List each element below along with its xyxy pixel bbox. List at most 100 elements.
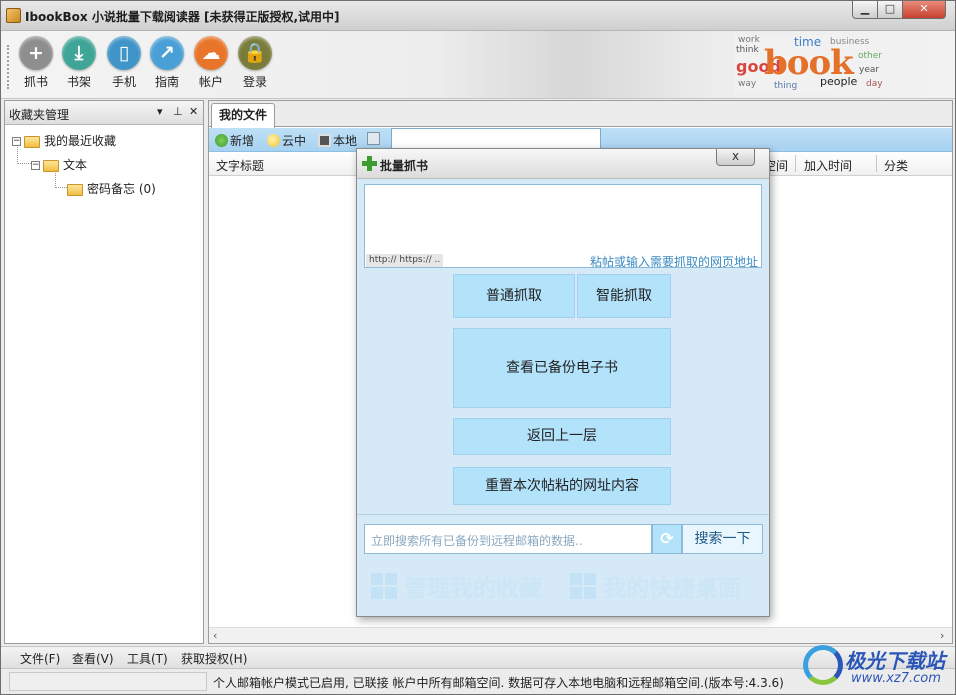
chart-icon: ↗ [150, 36, 184, 70]
scroll-left-icon[interactable]: ‹ [213, 629, 217, 642]
phone-icon: ▯ [107, 36, 141, 70]
url-input-area[interactable]: http:// https:// .. 粘帖或输入需要抓取的网页地址 [364, 184, 762, 269]
batch-grab-dialog: 批量抓书 x http:// https:// .. 粘帖或输入需要抓取的网页地… [356, 148, 770, 617]
title-bar: IbookBox 小说批量下载阅读器 [未获得正版授权,试用中] ▁ □ ✕ [1, 1, 955, 31]
back-button[interactable]: 返回上一层 [453, 418, 671, 455]
close-button[interactable]: ✕ [902, 1, 946, 19]
quick-desktop-label: 我的快捷桌面 [603, 576, 741, 602]
add-file-label: 新增 [230, 134, 255, 148]
column-added-time[interactable]: 加入时间 [804, 157, 852, 174]
normal-grab-button[interactable]: 普通抓取 [453, 274, 575, 318]
tree-connector [17, 163, 31, 164]
favorites-panel-title: 收藏夹管理 [9, 108, 70, 122]
toolbar-guide-button[interactable]: ↗ 指南 [144, 36, 190, 96]
column-title[interactable]: 文字标题 [216, 157, 264, 174]
logo-word: work [738, 35, 760, 45]
tree-item-recent-favorites[interactable]: − 我的最近收藏 [12, 132, 116, 149]
status-text: 个人邮箱帐户模式已启用, 已联接 帐户中所有邮箱空间. 数据可存入本地电脑和远程… [213, 676, 784, 690]
download-icon: ⤓ [62, 36, 96, 70]
tab-strip: 我的文件 [209, 101, 952, 128]
green-plus-icon [215, 134, 228, 147]
lock-icon: 🔒 [238, 36, 272, 70]
url-input-hint: 粘帖或输入需要抓取的网页地址 [589, 255, 758, 269]
reset-urls-button[interactable]: 重置本次帖粘的网址内容 [453, 467, 671, 505]
view-backup-ebooks-button[interactable]: 查看已备份电子书 [453, 328, 671, 408]
favorites-panel: 收藏夹管理 ▾ ⊥ ✕ − 我的最近收藏 − 文本 密码备忘 (0) [4, 100, 204, 644]
maximize-button[interactable]: □ [877, 1, 903, 19]
local-files-button[interactable]: 本地 [318, 132, 357, 149]
collapse-icon[interactable]: − [12, 137, 21, 146]
toolbar-phone-button[interactable]: ▯ 手机 [101, 36, 147, 96]
tree-item-label: 文本 [63, 158, 88, 172]
toolbar-label: 手机 [111, 75, 136, 89]
app-box-icon [6, 8, 21, 23]
logo-word: year [859, 65, 880, 75]
watermark-url: www.xz7.com [851, 671, 941, 686]
folder-open-icon [43, 159, 59, 172]
menu-file[interactable]: 文件(F) [20, 650, 60, 667]
word-cloud-logo: think time people business other year wa… [734, 35, 886, 93]
menu-tools[interactable]: 工具(T) [127, 650, 168, 667]
logo-word: way [738, 79, 757, 89]
panel-dropdown-icon[interactable]: ▾ [157, 105, 163, 118]
toolbar-label: 指南 [154, 75, 179, 89]
toolbar-grab-button[interactable]: + 抓书 [13, 36, 59, 96]
backup-search-input[interactable]: 立即搜索所有已备份到远程邮箱的数据.. [364, 524, 652, 554]
watermark-logo: 极光下载站 www.xz7.com [801, 641, 951, 693]
dialog-title: 批量抓书 [380, 159, 429, 173]
menu-view[interactable]: 查看(V) [72, 650, 114, 667]
plus-icon [362, 156, 377, 171]
collapse-icon[interactable]: − [31, 161, 40, 170]
dialog-divider [357, 514, 769, 515]
cloud-icon: ☁ [194, 36, 228, 70]
files-search-input[interactable] [391, 128, 601, 149]
refresh-icon[interactable]: ⟳ [652, 524, 682, 554]
tab-my-files[interactable]: 我的文件 [211, 103, 276, 128]
toolbar-label: 帐户 [198, 75, 223, 89]
logo-word: other [858, 51, 882, 61]
url-protocol-tag: http:// https:// .. [366, 254, 444, 267]
logo-word: day [866, 79, 883, 89]
folder-icon [67, 183, 83, 196]
quick-desktop-tile[interactable]: 我的快捷桌面 [570, 567, 760, 603]
add-file-button[interactable]: 新增 [215, 132, 254, 149]
plus-icon: + [19, 36, 53, 70]
grid-icon [570, 573, 596, 599]
dialog-close-button[interactable]: x [716, 149, 755, 166]
search-button[interactable]: 搜索一下 [682, 524, 763, 554]
cloud-files-button[interactable]: 云中 [267, 132, 306, 149]
smart-grab-button[interactable]: 智能抓取 [577, 274, 671, 318]
dialog-title-bar[interactable]: 批量抓书 x [357, 149, 769, 179]
logo-word: think [736, 45, 759, 55]
toolbar-label: 登录 [242, 75, 267, 89]
column-divider[interactable] [876, 155, 877, 172]
backup-search-placeholder: 立即搜索所有已备份到远程邮箱的数据.. [371, 534, 583, 548]
cloud-files-label: 云中 [282, 134, 307, 148]
tree-item-password-memo[interactable]: 密码备忘 (0) [67, 180, 156, 197]
manage-favorites-tile[interactable]: 管理我的收藏 [371, 567, 556, 603]
folder-open-icon [24, 135, 40, 148]
toolbar-login-button[interactable]: 🔒 登录 [232, 36, 278, 96]
cloud-sun-icon [267, 134, 280, 147]
toolbar-grip[interactable] [7, 45, 10, 89]
toolbar-label: 抓书 [23, 75, 48, 89]
main-toolbar: + 抓书 ⤓ 书架 ▯ 手机 ↗ 指南 ☁ 帐户 🔒 登录 think time… [1, 31, 955, 99]
search-files-icon[interactable] [367, 132, 382, 146]
window-title: IbookBox 小说批量下载阅读器 [未获得正版授权,试用中] [25, 10, 340, 24]
minimize-button[interactable]: ▁ [852, 1, 878, 19]
menu-get-license[interactable]: 获取授权(H) [181, 650, 247, 667]
panel-pin-icon[interactable]: ⊥ [173, 105, 183, 118]
column-category[interactable]: 分类 [884, 157, 908, 174]
column-divider[interactable] [795, 155, 796, 172]
watermark-title: 极光下载站 [845, 649, 945, 673]
toolbar-account-button[interactable]: ☁ 帐户 [188, 36, 234, 96]
logo-book-word: book [764, 43, 854, 83]
tree-item-text[interactable]: − 文本 [31, 156, 87, 173]
app-window: IbookBox 小说批量下载阅读器 [未获得正版授权,试用中] ▁ □ ✕ +… [0, 0, 956, 695]
panel-close-icon[interactable]: ✕ [189, 105, 198, 118]
tree-item-label: 我的最近收藏 [44, 134, 117, 148]
toolbar-bookshelf-button[interactable]: ⤓ 书架 [56, 36, 102, 96]
local-files-label: 本地 [333, 134, 358, 148]
manage-favorites-label: 管理我的收藏 [404, 576, 542, 602]
tree-connector [55, 187, 67, 188]
